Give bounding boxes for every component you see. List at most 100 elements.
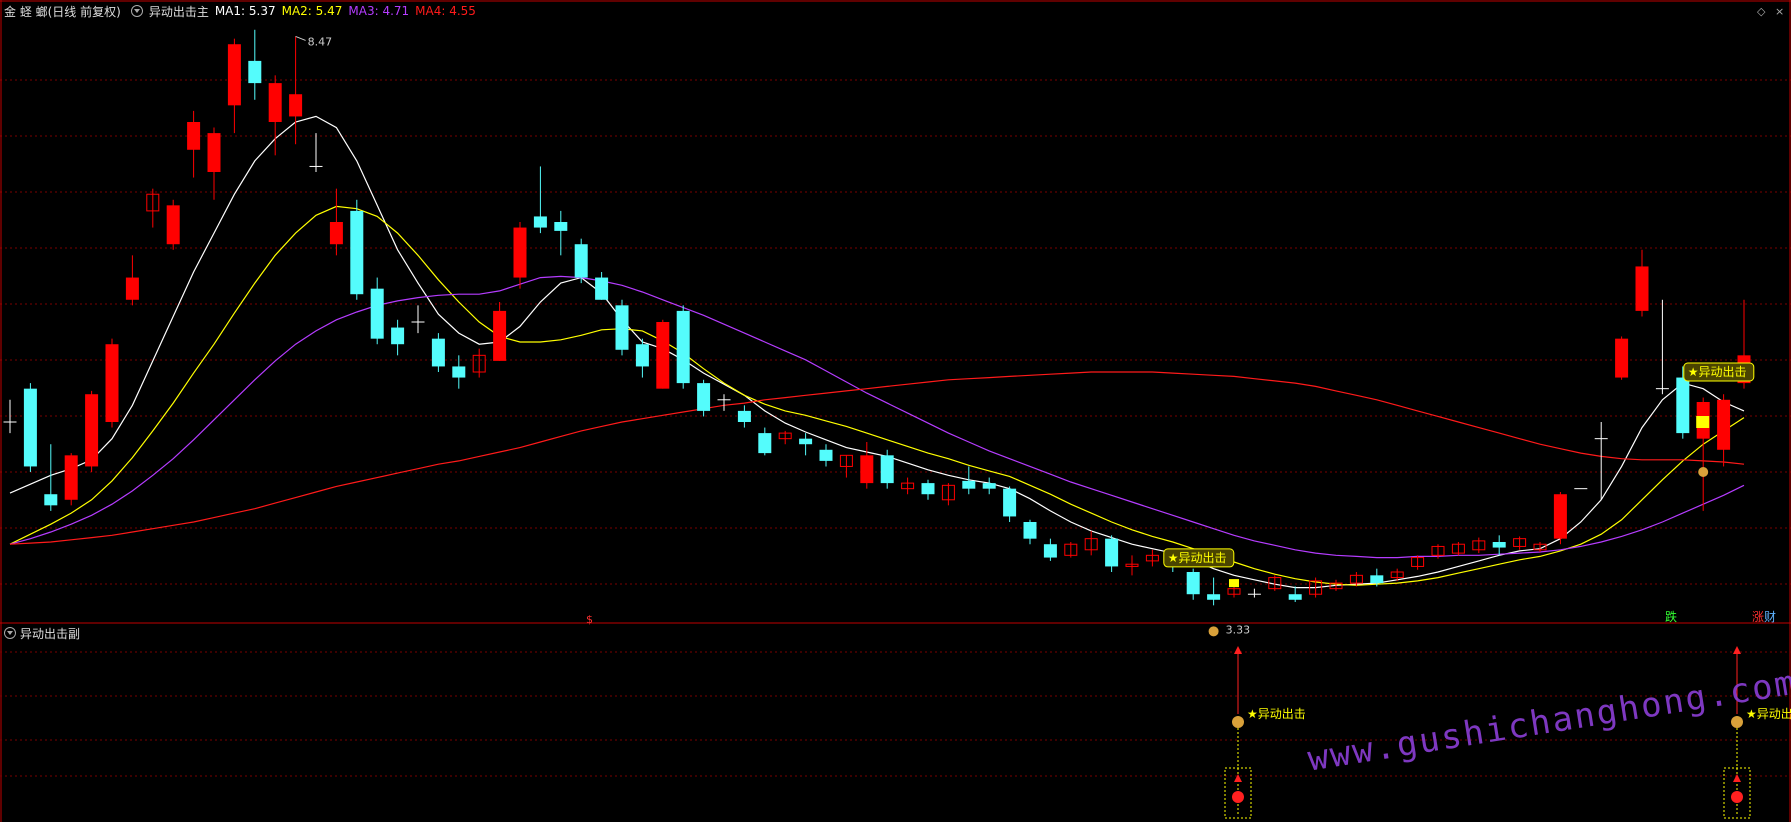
candle[interactable] <box>227 38 241 134</box>
candle[interactable] <box>431 333 445 372</box>
candle[interactable] <box>533 166 547 234</box>
candle[interactable] <box>1594 422 1608 500</box>
candle[interactable] <box>309 133 323 172</box>
candle-body <box>758 433 772 454</box>
candle[interactable] <box>1186 568 1200 600</box>
candle[interactable] <box>1105 535 1119 572</box>
candle[interactable] <box>85 390 99 472</box>
candle[interactable] <box>717 394 731 411</box>
candle[interactable] <box>411 305 425 334</box>
candle-body <box>431 338 445 367</box>
candle[interactable] <box>1451 542 1465 556</box>
candle[interactable] <box>1288 586 1302 602</box>
candle[interactable] <box>758 427 772 456</box>
candle[interactable] <box>513 222 527 289</box>
candle[interactable] <box>1615 336 1629 380</box>
candle[interactable] <box>452 355 466 389</box>
candle[interactable] <box>105 338 119 428</box>
candle[interactable] <box>1472 537 1486 554</box>
candle[interactable] <box>901 477 915 495</box>
candle[interactable] <box>1411 555 1425 570</box>
candle[interactable] <box>1145 549 1159 567</box>
candle-body <box>921 483 935 495</box>
candle[interactable] <box>1247 588 1261 598</box>
candle[interactable] <box>574 238 588 284</box>
candle[interactable] <box>839 454 853 478</box>
candle[interactable] <box>370 277 384 345</box>
candle-body <box>1288 594 1302 600</box>
candle[interactable] <box>880 449 894 489</box>
candle[interactable] <box>554 210 568 256</box>
candle-body <box>1105 538 1119 567</box>
candle[interactable] <box>1003 486 1017 522</box>
candle[interactable] <box>289 36 303 145</box>
candle-body <box>1492 542 1506 548</box>
candle[interactable] <box>472 348 486 378</box>
candlesticks[interactable] <box>3 29 1751 606</box>
candle-body <box>452 366 466 378</box>
diamond-icon[interactable]: ◇ <box>1757 5 1765 18</box>
candle[interactable] <box>676 305 690 389</box>
candle[interactable] <box>737 405 751 428</box>
candle[interactable] <box>941 483 955 506</box>
candle[interactable] <box>1207 577 1221 606</box>
candle[interactable] <box>146 188 160 228</box>
indicator-name[interactable]: 异动出击主 <box>149 3 209 20</box>
candle-body <box>289 94 303 117</box>
sub-signal-2-red-coin-icon <box>1731 791 1743 803</box>
candle[interactable] <box>819 444 833 467</box>
candle[interactable] <box>1227 586 1241 598</box>
kline-chart[interactable]: 8.473.33★异动出击★异动出击$跌涨财★异动出击★异动出击 <box>0 0 1791 822</box>
candle[interactable] <box>1125 555 1139 576</box>
candle-body <box>1023 522 1037 539</box>
candle[interactable] <box>207 127 221 200</box>
candle[interactable] <box>799 433 813 456</box>
candle-body <box>125 277 139 300</box>
candle[interactable] <box>778 430 792 445</box>
candle[interactable] <box>1696 397 1710 511</box>
candle[interactable] <box>350 199 364 300</box>
main-panel-header: 金 蛏 螂(日线 前复权) 异动出击主 MA1: 5.37 MA2: 5.47 … <box>0 0 482 22</box>
sub-signal-2-money-bag-icon <box>1731 716 1743 728</box>
candle[interactable] <box>921 479 935 500</box>
sub-signal-1-red-coin-icon <box>1232 791 1244 803</box>
candle[interactable] <box>860 442 874 489</box>
sub-signal-2-small-arrow-icon <box>1733 774 1741 782</box>
candle[interactable] <box>1023 519 1037 545</box>
moving-average-lines <box>9 115 1745 589</box>
candle[interactable] <box>1064 542 1078 558</box>
candle[interactable] <box>635 338 649 378</box>
sub-indicator-name[interactable]: 异动出击副 <box>20 625 80 642</box>
candle[interactable] <box>1084 530 1098 556</box>
money-bag-icon <box>1208 626 1219 637</box>
candle[interactable] <box>1553 492 1567 545</box>
candle[interactable] <box>23 383 37 472</box>
candle-body <box>513 227 527 278</box>
candle[interactable] <box>1655 299 1669 395</box>
candle[interactable] <box>1513 536 1527 550</box>
candle[interactable] <box>615 299 629 356</box>
indicator-dropdown-icon[interactable] <box>130 5 143 17</box>
candle[interactable] <box>125 255 139 306</box>
candle[interactable] <box>656 319 670 389</box>
candle[interactable] <box>493 302 507 361</box>
close-icon[interactable]: × <box>1775 5 1784 18</box>
candle[interactable] <box>166 199 180 250</box>
candle[interactable] <box>329 188 343 256</box>
candle[interactable] <box>1635 249 1649 317</box>
candle[interactable] <box>64 453 78 506</box>
candle[interactable] <box>248 29 262 100</box>
candle[interactable] <box>982 477 996 495</box>
candle[interactable] <box>595 272 609 300</box>
stock-name[interactable]: 金 蛏 螂(日线 前复权) <box>4 3 121 20</box>
candle-body <box>880 455 894 484</box>
candle[interactable] <box>1492 535 1506 556</box>
candle[interactable] <box>187 110 201 178</box>
candle[interactable] <box>391 319 405 356</box>
candle[interactable] <box>1043 538 1057 561</box>
sub-indicator-dropdown-icon[interactable] <box>4 627 16 639</box>
candle[interactable] <box>697 379 711 417</box>
candle[interactable] <box>1717 394 1731 467</box>
signal-badge: ★异动出击 <box>1168 551 1227 565</box>
ma4-value: MA4: 4.55 <box>415 4 476 18</box>
